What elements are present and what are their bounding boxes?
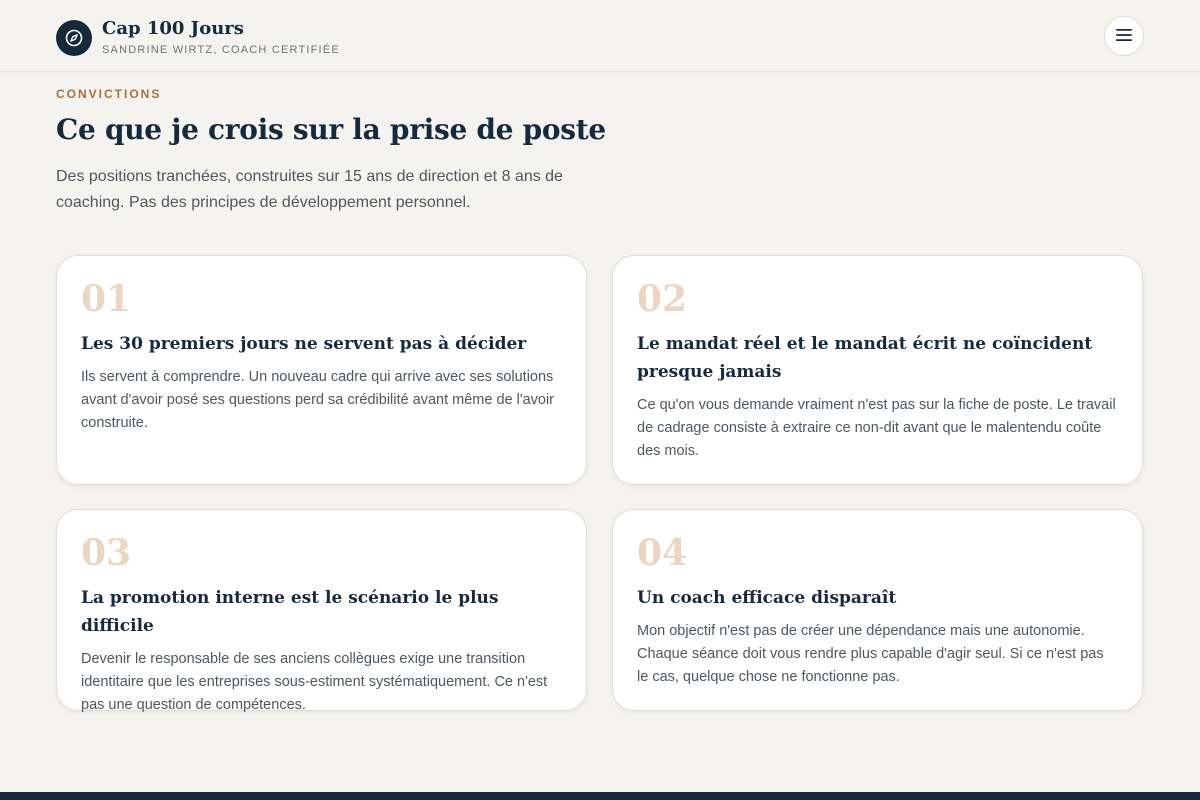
conviction-card-1: 01 Les 30 premiers jours ne servent pas … xyxy=(56,255,587,485)
card-number: 01 xyxy=(81,278,132,320)
menu-button[interactable] xyxy=(1104,16,1144,56)
brand-text: Cap 100 Jours SANDRINE WIRTZ, COACH CERT… xyxy=(102,18,340,57)
card-body: Ils servent à comprendre. Un nouveau cad… xyxy=(81,369,555,431)
card-body: Mon objectif n'est pas de créer une dépe… xyxy=(637,623,1104,685)
conviction-card-2: 02 Le mandat réel et le mandat écrit ne … xyxy=(612,255,1143,485)
card-title: Les 30 premiers jours ne servent pas à d… xyxy=(81,334,527,354)
card-number: 04 xyxy=(637,532,688,574)
brand-home-link[interactable]: Cap 100 Jours SANDRINE WIRTZ, COACH CERT… xyxy=(56,18,340,57)
hamburger-menu-icon xyxy=(1116,28,1132,45)
site-header: Cap 100 Jours SANDRINE WIRTZ, COACH CERT… xyxy=(0,0,1200,72)
card-number: 03 xyxy=(81,532,132,574)
card-number: 02 xyxy=(637,278,688,320)
card-title: Un coach efficace disparaît xyxy=(637,588,897,608)
conviction-card-3: 03 La promotion interne est le scénario … xyxy=(56,509,587,713)
page-title: Ce que je crois sur la prise de poste xyxy=(56,113,606,146)
compass-icon xyxy=(56,19,92,56)
section-lead: Des positions tranchées, construites sur… xyxy=(56,168,563,211)
card-body: Ce qu'on vous demande vraiment n'est pas… xyxy=(637,397,1116,459)
brand-subtitle: SANDRINE WIRTZ, COACH CERTIFIÉE xyxy=(102,44,340,56)
brand-title: Cap 100 Jours xyxy=(102,18,244,39)
card-body: Devenir le responsable de ses anciens co… xyxy=(81,651,548,713)
conviction-card-4: 04 Un coach efficace disparaît Mon objec… xyxy=(612,509,1143,711)
card-title: Le mandat réel et le mandat écrit ne coï… xyxy=(637,334,1093,382)
card-title: La promotion interne est le scénario le … xyxy=(81,588,499,636)
section-eyebrow: CONVICTIONS xyxy=(56,87,162,101)
footer-band xyxy=(0,792,1200,800)
